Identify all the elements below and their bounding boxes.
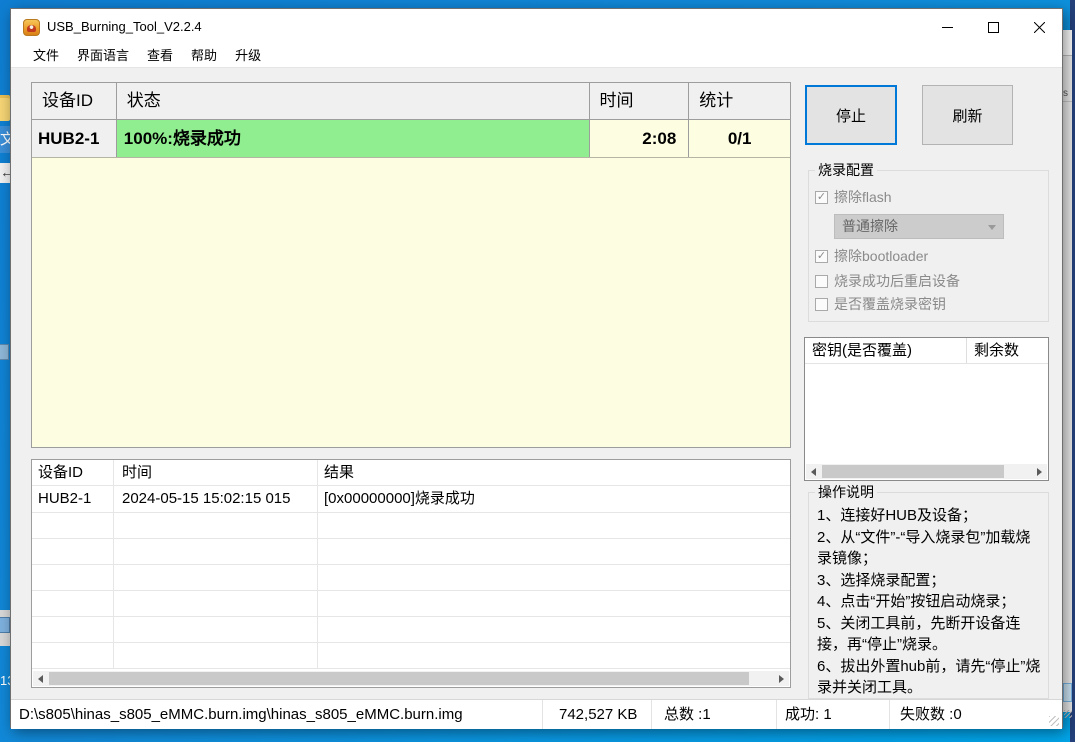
log-empty-row — [32, 539, 790, 565]
background-window-titlebar-edge — [1063, 30, 1072, 56]
reboot-after-label: 烧录成功后重启设备 — [834, 273, 960, 289]
col-time: 时间 — [590, 83, 690, 119]
scroll-thumb[interactable] — [822, 465, 1004, 478]
instruction-line: 3、选择烧录配置； — [817, 571, 946, 589]
success-count-status: 成功: 1 — [777, 700, 890, 729]
scroll-right-icon[interactable] — [774, 671, 789, 686]
burn-config-group: 烧录配置 ✓ 擦除flash 普通擦除 ✓ 擦除bootloader 烧录成功后… — [808, 162, 1049, 322]
erase-bootloader-label: 擦除bootloader — [834, 248, 929, 264]
burn-status-cell: 100%:烧录成功 — [116, 120, 590, 157]
col-device-id: 设备ID — [32, 83, 117, 119]
overwrite-key-option[interactable]: 是否覆盖烧录密钥 — [815, 296, 946, 312]
erase-mode-value: 普通擦除 — [842, 218, 898, 234]
background-window-resize-grip — [1064, 710, 1072, 718]
log-empty-row — [32, 565, 790, 591]
image-size-status: 742,527 KB — [543, 700, 652, 729]
instruction-line: 1、连接好HUB及设备； — [817, 507, 978, 524]
burn-log-table: 设备ID 时间 结果 HUB2-1 2024-05-15 15:02:15 01… — [31, 459, 791, 688]
burn-time-cell: 2:08 — [589, 120, 690, 157]
resize-grip[interactable] — [1049, 716, 1059, 726]
menu-language[interactable]: 界面语言 — [68, 45, 138, 67]
erase-flash-label: 擦除flash — [834, 189, 892, 205]
window-controls — [924, 9, 1062, 45]
menu-bar: 文件 界面语言 查看 帮助 升级 — [11, 45, 1062, 67]
instructions-group: 操作说明 1、连接好HUB及设备； 2、从“文件”-“导入烧录包”加载烧录镜像；… — [808, 484, 1049, 699]
col-stat: 统计 — [699, 91, 734, 110]
col-time: 时间 — [114, 460, 318, 485]
device-table-header: 设备ID 状态 时间 统计 — [32, 83, 790, 120]
log-table-hscrollbar[interactable] — [33, 671, 789, 686]
scroll-right-icon[interactable] — [1032, 464, 1047, 479]
overwrite-key-checkbox[interactable] — [815, 297, 828, 311]
reboot-after-option[interactable]: 烧录成功后重启设备 — [815, 273, 960, 289]
menu-view[interactable]: 查看 — [138, 45, 182, 67]
instructions-title: 操作说明 — [815, 484, 877, 501]
background-window-text-fragment: s — [1063, 88, 1072, 102]
usb-burning-tool-window: USB_Burning_Tool_V2.2.4 文件 界面语言 查看 帮助 升级 — [10, 8, 1063, 729]
log-empty-row — [32, 643, 790, 669]
instruction-line: 6、拔出外置hub前，请先“停止”烧录并关闭工具。 — [817, 657, 1041, 697]
col-status: 状态 — [117, 83, 590, 119]
monitor-icon — [0, 344, 9, 360]
chevron-down-icon — [988, 225, 996, 230]
instruction-line: 5、关闭工具前，先断开设备连接，再“停止”烧录。 — [817, 614, 1021, 654]
image-path-status: D:\s805\hinas_s805_eMMC.burn.img\hinas_s… — [11, 700, 543, 729]
menu-upgrade[interactable]: 升级 — [226, 45, 270, 67]
log-empty-row — [32, 617, 790, 643]
menu-file[interactable]: 文件 — [24, 45, 68, 67]
background-window-edge — [1063, 30, 1072, 712]
folder-icon — [0, 95, 10, 121]
minimize-button[interactable] — [924, 9, 970, 45]
col-remaining: 剩余数 — [974, 342, 1020, 359]
erase-flash-option[interactable]: ✓ 擦除flash — [815, 189, 892, 205]
scroll-left-icon[interactable] — [33, 671, 48, 686]
scroll-thumb[interactable] — [49, 672, 749, 685]
erase-bootloader-option[interactable]: ✓ 擦除bootloader — [815, 248, 928, 264]
app-icon — [23, 19, 40, 36]
instruction-line: 2、从“文件”-“导入烧录包”加载烧录镜像； — [817, 528, 1031, 568]
log-result: [0x00000000]烧录成功 — [324, 490, 475, 507]
client-area: 设备ID 状态 时间 统计 HUB2-1 100%:烧录成功 2:08 0/1 … — [11, 68, 1062, 699]
col-result: 结果 — [324, 464, 355, 481]
failed-count-status: 失败数 :0 — [900, 706, 962, 723]
reboot-after-checkbox[interactable] — [815, 274, 828, 288]
device-id-cell: HUB2-1 — [32, 120, 117, 157]
menu-help[interactable]: 帮助 — [182, 45, 226, 67]
burn-stat-cell: 0/1 — [689, 120, 790, 157]
burn-config-title: 烧录配置 — [815, 162, 877, 179]
window-title: USB_Burning_Tool_V2.2.4 — [47, 19, 202, 34]
log-row[interactable]: HUB2-1 2024-05-15 15:02:15 015 [0x000000… — [32, 486, 790, 513]
log-empty-row — [32, 591, 790, 617]
desktop: 文 ← 13 s USB_Burning_Tool_V2.2.4 文件 界面语言… — [0, 0, 1075, 742]
erase-mode-dropdown[interactable]: 普通擦除 — [834, 214, 1004, 239]
background-window-selected-item — [1063, 683, 1072, 702]
stop-button[interactable]: 停止 — [805, 85, 897, 145]
total-count-status: 总数 :1 — [652, 700, 777, 729]
log-time: 2024-05-15 15:02:15 015 — [114, 486, 318, 512]
log-empty-row — [32, 513, 790, 539]
key-table-hscrollbar[interactable] — [806, 464, 1047, 479]
erase-flash-checkbox[interactable]: ✓ — [815, 190, 828, 204]
instruction-line: 4、点击“开始”按钮启动烧录； — [817, 593, 1016, 610]
erase-bootloader-checkbox[interactable]: ✓ — [815, 249, 828, 263]
scroll-track[interactable] — [48, 671, 774, 686]
monitor-icon — [0, 617, 10, 633]
col-device-id: 设备ID — [32, 460, 114, 485]
col-key: 密钥(是否覆盖) — [805, 338, 967, 363]
close-button[interactable] — [1016, 9, 1062, 45]
overwrite-key-label: 是否覆盖烧录密钥 — [834, 296, 946, 312]
refresh-button[interactable]: 刷新 — [922, 85, 1013, 145]
log-table-header: 设备ID 时间 结果 — [32, 460, 790, 486]
scroll-track[interactable] — [821, 464, 1032, 479]
key-table-header: 密钥(是否覆盖) 剩余数 — [805, 338, 1048, 364]
titlebar[interactable]: USB_Burning_Tool_V2.2.4 — [11, 9, 1062, 45]
instructions-text: 1、连接好HUB及设备； 2、从“文件”-“导入烧录包”加载烧录镜像； 3、选择… — [817, 505, 1044, 699]
device-row[interactable]: HUB2-1 100%:烧录成功 2:08 0/1 — [32, 120, 790, 158]
device-progress-table: 设备ID 状态 时间 统计 HUB2-1 100%:烧录成功 2:08 0/1 — [31, 82, 791, 448]
scroll-left-icon[interactable] — [806, 464, 821, 479]
maximize-button[interactable] — [970, 9, 1016, 45]
key-table: 密钥(是否覆盖) 剩余数 — [804, 337, 1049, 481]
log-device-id: HUB2-1 — [32, 486, 114, 512]
status-bar: D:\s805\hinas_s805_eMMC.burn.img\hinas_s… — [11, 699, 1062, 729]
